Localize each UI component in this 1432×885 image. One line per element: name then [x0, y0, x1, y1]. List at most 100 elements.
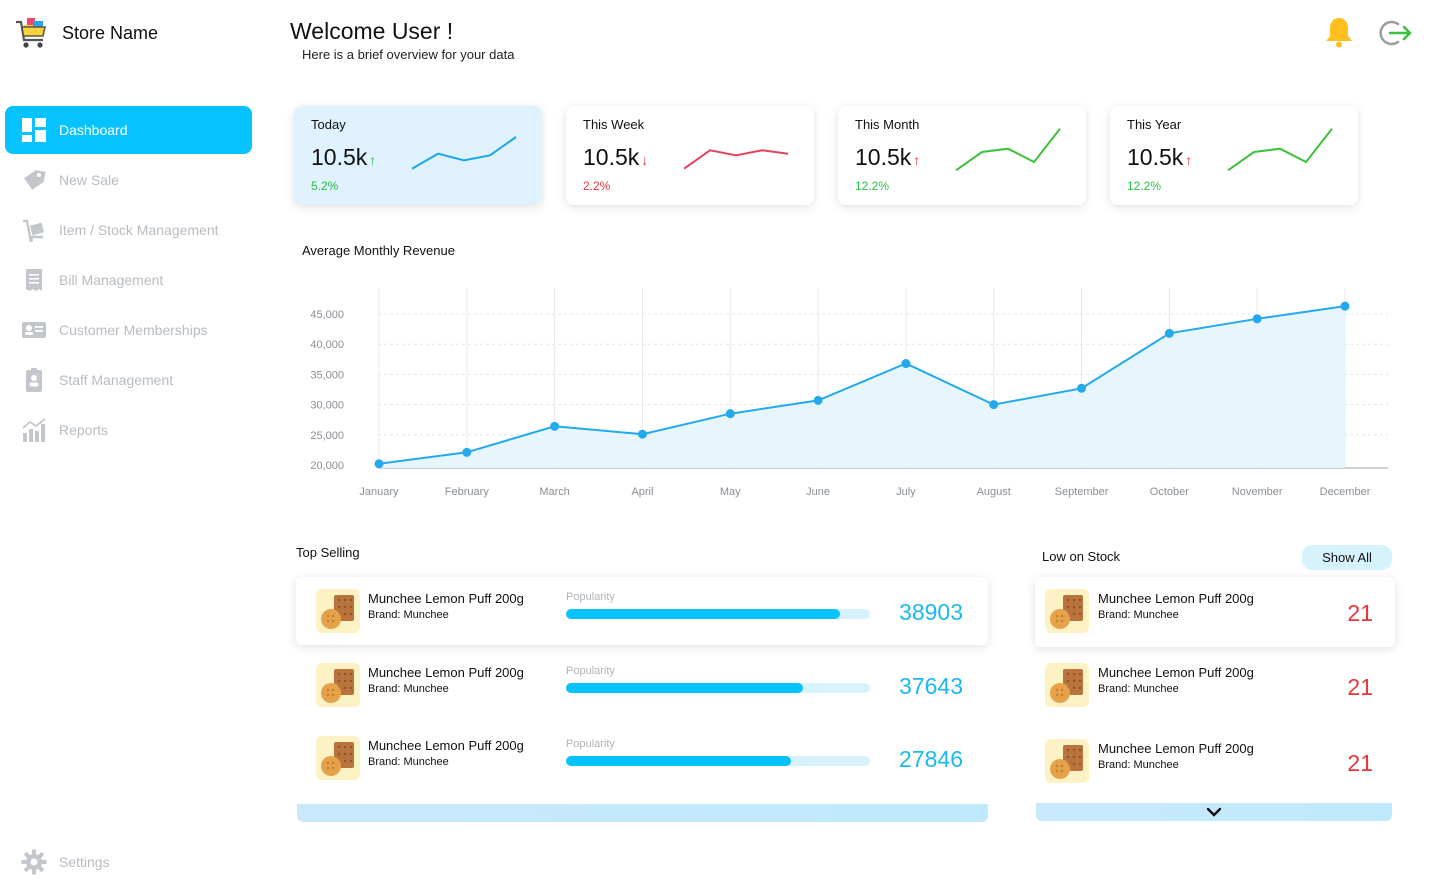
- stock-count: 21: [1347, 750, 1373, 776]
- data-point: [374, 459, 384, 469]
- top-selling-footer: [297, 804, 988, 822]
- arrow-up-icon: ↑: [369, 152, 377, 168]
- product-thumbnail: [1045, 739, 1089, 783]
- low-stock-row[interactable]: Munchee Lemon Puff 200g Brand: Munchee 2…: [1035, 727, 1395, 797]
- product-thumbnail: [1045, 589, 1089, 633]
- show-all-button[interactable]: Show All: [1302, 545, 1392, 570]
- x-tick-label: February: [445, 486, 490, 498]
- revenue-chart: 45,000 40,000 35,000 30,000 25,000 20,000 Janu…: [310, 288, 1388, 498]
- product-brand: Brand: Munchee: [1098, 683, 1179, 695]
- cart-icon: [16, 18, 46, 48]
- product-name: Munchee Lemon Puff 200g: [1098, 665, 1254, 680]
- low-stock-row[interactable]: Munchee Lemon Puff 200g Brand: Munchee 2…: [1035, 577, 1395, 647]
- page-title: Welcome User !: [290, 18, 454, 44]
- stat-value: 10.5k ↑: [1127, 144, 1193, 170]
- product-thumbnail: [316, 736, 360, 780]
- receipt-icon: [21, 267, 47, 293]
- chevron-down-icon: [1206, 807, 1222, 817]
- settings-link[interactable]: Settings: [21, 849, 110, 875]
- stat-percent: 2.2%: [583, 179, 611, 193]
- x-tick-label: May: [720, 486, 741, 498]
- product-brand: Brand: Munchee: [1098, 609, 1179, 621]
- stat-percent: 5.2%: [311, 179, 339, 193]
- data-point: [462, 447, 472, 457]
- product-name: Munchee Lemon Puff 200g: [368, 665, 524, 680]
- sale-tag-icon: [21, 167, 47, 193]
- stat-card-today[interactable]: Today 10.5k ↑ 5.2%: [294, 106, 542, 205]
- product-brand: Brand: Munchee: [368, 756, 449, 768]
- sparkline-path: [683, 149, 789, 170]
- top-selling-row[interactable]: Munchee Lemon Puff 200g Brand: Munchee P…: [296, 724, 988, 792]
- x-tick-label: March: [539, 486, 570, 498]
- x-tick-label: November: [1232, 486, 1283, 498]
- sidebar-item-staff[interactable]: Staff Management: [5, 356, 252, 404]
- sidebar-item-label: Customer Memberships: [59, 322, 208, 338]
- id-card-icon: [21, 317, 47, 343]
- sidebar-item-dashboard[interactable]: Dashboard: [5, 106, 252, 154]
- sparkline: [1227, 128, 1333, 172]
- product-name: Munchee Lemon Puff 200g: [368, 738, 524, 753]
- sidebar-item-label: Item / Stock Management: [59, 222, 219, 238]
- product-thumbnail: [316, 589, 360, 633]
- x-tick-label: December: [1320, 486, 1371, 498]
- arrow-up-icon: ↑: [913, 152, 921, 168]
- low-stock-title: Low on Stock: [1042, 549, 1121, 564]
- sidebar-item-stock[interactable]: Item / Stock Management: [5, 206, 252, 254]
- x-tick-label: July: [896, 486, 916, 498]
- popularity-label: Popularity: [566, 591, 615, 603]
- arrow-up-icon: ↑: [1185, 152, 1193, 168]
- popularity-fill: [566, 756, 791, 766]
- popularity-bar: [566, 683, 870, 693]
- sidebar-item-bills[interactable]: Bill Management: [5, 256, 252, 304]
- data-point: [989, 400, 999, 410]
- sidebar-item-label: New Sale: [59, 172, 119, 188]
- stat-card-month[interactable]: This Month 10.5k ↑ 12.2%: [838, 106, 1086, 205]
- y-tick-label: 30,000: [310, 400, 344, 412]
- popularity-bar: [566, 609, 870, 619]
- product-name: Munchee Lemon Puff 200g: [1098, 591, 1254, 606]
- x-tick-label: October: [1150, 486, 1189, 498]
- stat-value: 10.5k ↓: [583, 144, 649, 170]
- x-tick-label: June: [806, 486, 830, 498]
- low-stock-expand[interactable]: [1036, 803, 1392, 821]
- top-selling-row[interactable]: Munchee Lemon Puff 200g Brand: Munchee P…: [296, 651, 988, 719]
- product-thumbnail: [316, 663, 360, 707]
- y-tick-label: 20,000: [310, 460, 344, 472]
- popularity-fill: [566, 683, 804, 693]
- data-point: [1077, 383, 1087, 393]
- x-tick-label: August: [977, 486, 1011, 498]
- sidebar-item-memberships[interactable]: Customer Memberships: [5, 306, 252, 354]
- stock-count: 21: [1347, 674, 1373, 700]
- data-point: [725, 409, 735, 419]
- area-fill: [379, 306, 1345, 468]
- product-name: Munchee Lemon Puff 200g: [368, 591, 524, 606]
- sparkline: [683, 149, 789, 170]
- data-point: [637, 429, 647, 439]
- sidebar-item-new-sale[interactable]: New Sale: [5, 156, 252, 204]
- sparkline: [411, 136, 517, 170]
- sidebar-item-reports[interactable]: Reports: [5, 406, 252, 454]
- sparkline-path: [411, 136, 517, 170]
- top-selling-title: Top Selling: [296, 545, 360, 560]
- logout-icon[interactable]: [1378, 19, 1412, 47]
- top-selling-row[interactable]: Munchee Lemon Puff 200g Brand: Munchee P…: [296, 577, 988, 645]
- stat-card-year[interactable]: This Year 10.5k ↑ 12.2%: [1110, 106, 1358, 205]
- store-name: Store Name: [62, 22, 159, 43]
- sparkline-path: [1227, 128, 1333, 172]
- gear-icon: [21, 849, 47, 875]
- product-name: Munchee Lemon Puff 200g: [1098, 741, 1254, 756]
- low-stock-row[interactable]: Munchee Lemon Puff 200g Brand: Munchee 2…: [1035, 651, 1395, 721]
- data-point: [1252, 314, 1262, 324]
- data-point: [901, 359, 911, 369]
- stat-value: 10.5k ↑: [855, 144, 921, 170]
- data-point: [1340, 301, 1350, 311]
- popularity-bar: [566, 756, 870, 766]
- product-brand: Brand: Munchee: [368, 683, 449, 695]
- page-subtitle: Here is a brief overview for your data: [302, 47, 515, 62]
- stat-card-week[interactable]: This Week 10.5k ↓ 2.2%: [566, 106, 814, 205]
- chart-title: Average Monthly Revenue: [302, 243, 455, 258]
- brand: Store Name: [14, 16, 158, 50]
- popularity-label: Popularity: [566, 665, 615, 677]
- bell-icon[interactable]: [1324, 16, 1354, 48]
- trolley-icon: [21, 217, 47, 243]
